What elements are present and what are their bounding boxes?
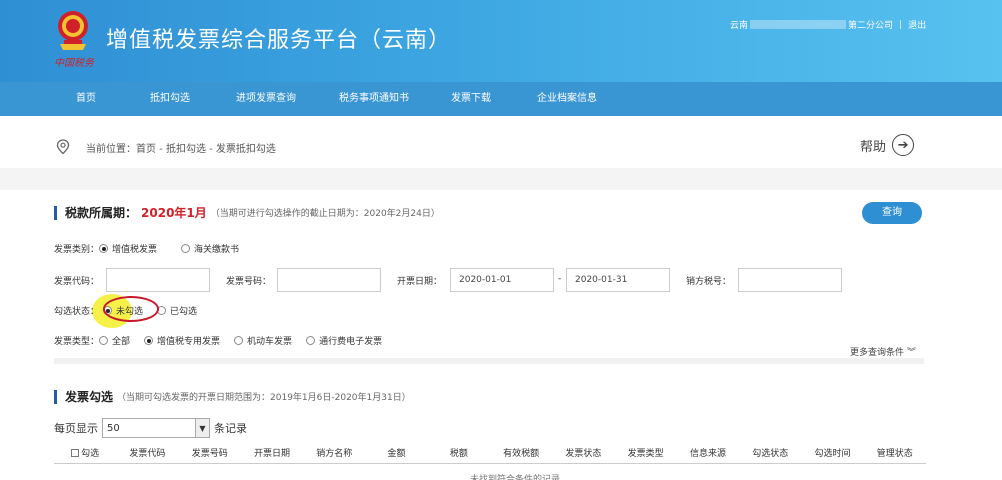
column-header: 税额	[449, 449, 468, 459]
column-header: 金额	[387, 449, 406, 459]
column-header: 发票状态	[565, 449, 602, 459]
location-pin-icon	[56, 139, 70, 155]
radio-icon[interactable]	[99, 336, 109, 345]
period-note: （当期可进行勾选操作的截止日期为：2020年2月24日）	[210, 209, 440, 219]
invoice-date-label: 开票日期：	[397, 277, 443, 287]
period-value: 2020年1月	[141, 206, 207, 220]
invoice-type-option-special[interactable]: 增值税专用发票	[144, 334, 220, 347]
nav-item-tax-notice[interactable]: 税务事项通知书	[326, 82, 422, 116]
column-header: 管理状态	[876, 449, 913, 459]
radio-icon[interactable]	[306, 336, 316, 345]
nav-item-company-profile[interactable]: 企业档案信息	[524, 82, 610, 116]
column-header-select[interactable]: 勾选	[54, 444, 116, 464]
column-header: 发票代码	[129, 449, 166, 459]
nav-item-deduction-select[interactable]: 抵扣勾选	[136, 82, 204, 116]
option-label: 海关缴款书	[194, 245, 240, 255]
option-label: 全部	[112, 337, 131, 347]
query-button[interactable]: 查询	[862, 202, 922, 224]
user-region: 云南	[730, 21, 749, 31]
annotation-ring	[103, 296, 159, 322]
radio-icon[interactable]	[234, 336, 244, 345]
column-header: 勾选时间	[814, 449, 851, 459]
form-divider	[54, 358, 924, 364]
select-status-option-selected[interactable]: 已勾选	[157, 304, 197, 317]
seller-tax-input[interactable]	[738, 268, 842, 292]
empty-table-message: 未找到符合条件的记录	[470, 475, 561, 480]
nav-item-input-invoice-query[interactable]: 进项发票查询	[224, 82, 308, 116]
invoice-number-input[interactable]	[277, 268, 381, 292]
app-header: 中国税务 增值税发票综合服务平台（云南） 云南 第二分公司 | 退出	[0, 0, 1002, 82]
arrow-right-circle-icon: ➔	[892, 134, 915, 156]
radio-icon[interactable]	[99, 244, 109, 253]
date-from-input[interactable]: 2020-01-01	[450, 268, 554, 292]
column-header: 销方名称	[316, 449, 353, 459]
chevron-down-icon: ▼	[195, 419, 209, 437]
user-area: 云南 第二分公司 | 退出	[730, 18, 926, 32]
invoice-kind-label: 发票类别：	[54, 245, 100, 255]
radio-icon[interactable]	[181, 244, 191, 253]
selection-title: 发票勾选	[65, 390, 114, 404]
column-header: 发票号码	[191, 449, 228, 459]
column-header: 发票类型	[627, 449, 664, 459]
invoice-kind-option-customs[interactable]: 海关缴款书	[181, 242, 239, 255]
option-label: 已勾选	[170, 307, 198, 317]
tax-emblem-icon	[58, 11, 88, 50]
breadcrumb-text: 当前位置：首页 - 抵扣勾选 - 发票抵扣勾选	[86, 143, 276, 155]
option-label: 机动车发票	[247, 337, 293, 347]
invoice-type-option-vehicle[interactable]: 机动车发票	[234, 334, 292, 347]
period-header: 税款所属期： 2020年1月 （当期可进行勾选操作的截止日期为：2020年2月2…	[54, 204, 440, 221]
invoice-type-option-all[interactable]: 全部	[99, 334, 130, 347]
checkbox-icon[interactable]	[71, 449, 80, 457]
nav-item-home[interactable]: 首页	[58, 82, 114, 116]
help-button[interactable]: 帮助 ➔	[860, 134, 915, 156]
date-separator: -	[558, 274, 562, 284]
option-label: 通行费电子发票	[319, 337, 383, 347]
radio-icon[interactable]	[144, 336, 154, 345]
invoice-code-label: 发票代码：	[54, 277, 100, 287]
table-header: 勾选 发票代码 发票号码 开票日期 销方名称 金额 税额 有效税额 发票状态 发…	[54, 444, 926, 464]
selection-header: 发票勾选 （当期可勾选发票的开票日期范围为：2019年1月6日-2020年1月3…	[54, 388, 411, 405]
breadcrumb: 当前位置：首页 - 抵扣勾选 - 发票抵扣勾选	[54, 138, 276, 156]
column-header: 有效税额	[503, 449, 540, 459]
invoice-kind-option-vat[interactable]: 增值税发票	[99, 242, 157, 255]
invoice-type-label: 发票类型：	[54, 337, 100, 347]
redacted-user-name	[750, 20, 847, 29]
column-header: 信息来源	[689, 449, 726, 459]
period-label: 税款所属期：	[65, 206, 138, 220]
records-label: 条记录	[214, 422, 247, 435]
per-page-select[interactable]: 50 ▼	[102, 418, 210, 438]
nav-item-invoice-download[interactable]: 发票下载	[438, 82, 504, 116]
invoice-number-label: 发票号码：	[226, 277, 272, 287]
invoice-type-row: 发票类型： 全部 增值税专用发票 机动车发票 通行费电子发票	[54, 334, 396, 347]
invoice-type-option-toll[interactable]: 通行费电子发票	[306, 334, 382, 347]
invoice-code-input[interactable]	[106, 268, 210, 292]
column-header: 开票日期	[253, 449, 290, 459]
option-label: 增值税发票	[112, 245, 158, 255]
brand-subtitle: 中国税务	[54, 58, 94, 69]
section-bar	[54, 205, 57, 220]
help-label: 帮助	[860, 139, 887, 155]
date-to-input[interactable]: 2020-01-31	[566, 268, 670, 292]
chevron-down-icon: ︾	[906, 348, 916, 358]
selection-note: （当期可勾选发票的开票日期范围为：2019年1月6日-2020年1月31日）	[117, 393, 411, 403]
option-label: 增值税专用发票	[157, 337, 221, 347]
app-title: 增值税发票综合服务平台（云南）	[106, 28, 452, 53]
per-page-value: 50	[107, 422, 120, 434]
invoice-kind-row: 发票类别： 增值税发票 海关缴款书	[54, 242, 253, 255]
logout-link[interactable]: 退出	[908, 18, 926, 31]
main-nav: 首页 抵扣勾选 进项发票查询 税务事项通知书 发票下载 企业档案信息	[0, 82, 1002, 116]
more-conditions-link[interactable]: 更多查询条件 ︾	[850, 345, 916, 358]
per-page-label: 每页显示	[54, 422, 98, 435]
column-header: 勾选状态	[752, 449, 789, 459]
column-label: 勾选	[81, 449, 100, 459]
select-status-label: 勾选状态：	[54, 307, 100, 317]
more-conditions-label: 更多查询条件	[850, 348, 905, 358]
seller-tax-label: 销方税号：	[686, 277, 732, 287]
user-company: 第二分公司	[848, 21, 894, 31]
section-divider	[0, 168, 1002, 190]
separator: |	[899, 19, 903, 30]
section-bar	[54, 389, 57, 404]
per-page-control: 每页显示 50 ▼ 条记录	[54, 418, 247, 438]
